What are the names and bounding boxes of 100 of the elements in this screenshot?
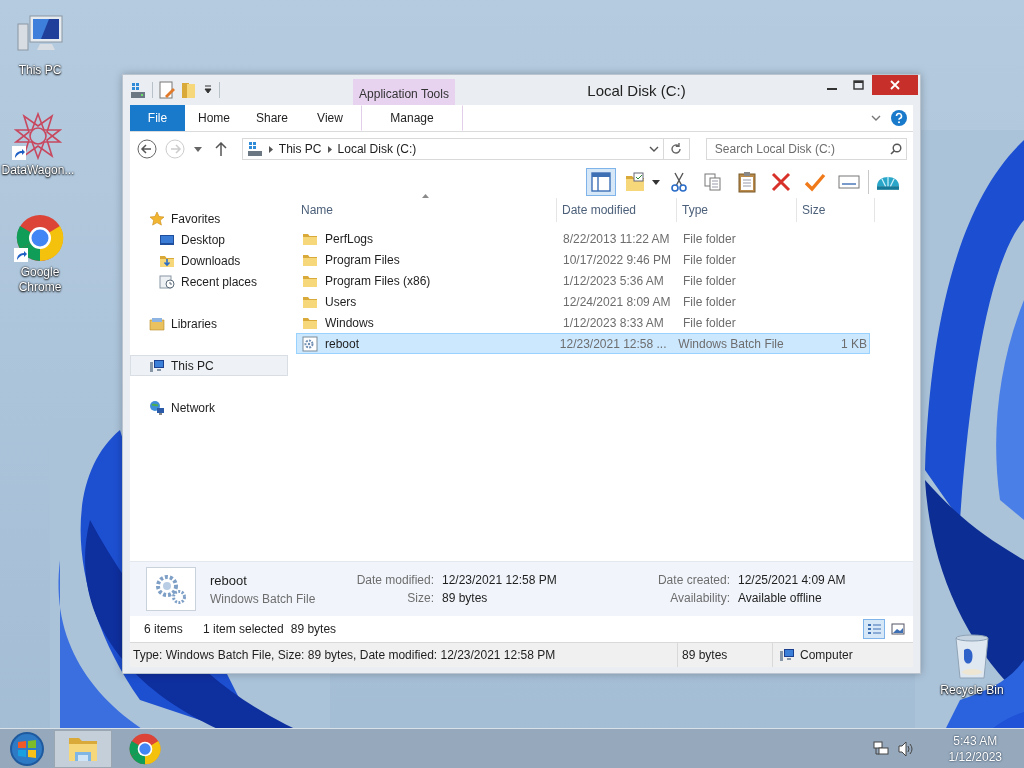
file-name: Windows bbox=[325, 315, 374, 330]
scissors-icon bbox=[668, 171, 690, 193]
close-icon bbox=[890, 80, 900, 90]
selection-count: 1 item selected bbox=[203, 622, 284, 636]
file-row[interactable]: Program Files (x86) 1/12/2023 5:36 AM File folder bbox=[296, 270, 870, 291]
nav-item[interactable]: Desktop bbox=[130, 229, 288, 250]
ribbon-tab[interactable]: Home bbox=[185, 105, 243, 131]
nav-item[interactable]: Network bbox=[130, 397, 288, 418]
help-icon bbox=[891, 110, 907, 126]
chrome-logo-icon bbox=[129, 732, 161, 765]
detail-value: 12/23/2021 12:58 PM bbox=[442, 573, 558, 587]
file-row[interactable]: PerfLogs 8/22/2013 11:22 AM File folder bbox=[296, 228, 870, 249]
chevron-icon bbox=[268, 145, 273, 153]
date-cell-text: 12/23/2021 12:58 ... bbox=[558, 336, 668, 351]
ribbon-tab[interactable]: File bbox=[130, 105, 185, 131]
status-description: Type: Windows Batch File, Size: 89 bytes, Date modified: 12/23/2021 12:58 PM bbox=[132, 648, 557, 662]
customize-caret-icon bbox=[203, 85, 213, 95]
new-folder-icon bbox=[181, 81, 197, 99]
type-cell-text: File folder bbox=[682, 231, 737, 246]
large-icons-view-icon bbox=[891, 623, 905, 635]
library-icon bbox=[149, 315, 165, 332]
file-row[interactable]: Windows 1/12/2023 8:33 AM File folder bbox=[296, 312, 870, 333]
properties-icon bbox=[159, 81, 175, 99]
file-name: reboot bbox=[210, 572, 248, 588]
ribbon-tab[interactable]: View bbox=[301, 105, 359, 131]
refresh-button[interactable] bbox=[663, 138, 690, 160]
preview-pane-icon bbox=[590, 171, 612, 193]
date-cell-text: 12/24/2021 8:09 AM bbox=[562, 294, 672, 309]
drive-icon bbox=[246, 141, 263, 157]
chrome-logo-icon bbox=[16, 214, 64, 262]
up-arrow-icon bbox=[214, 142, 227, 156]
expand-ribbon-icon bbox=[871, 114, 881, 122]
toolbar-button[interactable] bbox=[586, 168, 616, 196]
nav-item[interactable]: Recent places bbox=[130, 271, 288, 292]
recent-places-icon bbox=[159, 273, 175, 290]
close-button[interactable] bbox=[872, 75, 918, 95]
size-cell-text: 1 KB bbox=[840, 336, 868, 351]
search-input[interactable]: Search Local Disk (C:) bbox=[714, 140, 890, 158]
shell-icon bbox=[877, 174, 899, 190]
context-tab-group: Application Tools bbox=[359, 87, 449, 101]
breadcrumb[interactable]: Local Disk (C:) bbox=[337, 142, 417, 156]
file-name: reboot bbox=[325, 336, 360, 351]
checkmark-icon bbox=[804, 171, 826, 193]
nav-item[interactable]: Libraries bbox=[130, 313, 288, 334]
minimize-icon bbox=[826, 88, 837, 90]
dropdown-chevron-icon bbox=[648, 145, 659, 153]
status-size: 89 bytes bbox=[682, 648, 728, 662]
detail-value: 12/25/2021 4:09 AM bbox=[738, 573, 847, 587]
network-icon bbox=[149, 399, 165, 416]
view-toggle[interactable] bbox=[863, 619, 885, 639]
column-header[interactable]: Type bbox=[677, 198, 797, 222]
file-name: Users bbox=[325, 294, 357, 309]
network-icon bbox=[872, 740, 889, 757]
search-icon bbox=[890, 143, 902, 155]
search-field[interactable]: Search Local Disk (C:) bbox=[705, 138, 907, 160]
computer-icon bbox=[779, 647, 795, 663]
detail-value: 89 bytes bbox=[442, 591, 489, 605]
clipboard-icon bbox=[736, 171, 758, 193]
details-view-icon bbox=[867, 623, 881, 635]
zone-label: Computer bbox=[800, 648, 853, 662]
copy-icon bbox=[702, 171, 724, 193]
address-bar[interactable]: This PC Local Disk (C:) bbox=[241, 138, 664, 160]
gears-icon bbox=[153, 573, 189, 605]
file-type: Windows Batch File bbox=[210, 591, 317, 606]
file-row[interactable]: Program Files 10/17/2022 9:46 PM File folder bbox=[296, 249, 870, 270]
column-header[interactable]: Size bbox=[797, 198, 875, 222]
detail-label: Date created: bbox=[656, 573, 730, 587]
ribbon-tab[interactable]: Share bbox=[243, 105, 301, 131]
detail-label: Date modified: bbox=[355, 573, 434, 587]
column-header[interactable]: Date modified bbox=[557, 198, 677, 222]
type-cell-text: File folder bbox=[682, 252, 737, 267]
maximize-icon bbox=[853, 80, 864, 90]
refresh-icon bbox=[670, 143, 683, 155]
selection-size: 89 bytes bbox=[290, 622, 337, 636]
icon-label[interactable]: Recycle Bin bbox=[940, 683, 1004, 698]
caret-icon bbox=[193, 146, 202, 152]
sort-arrow-icon bbox=[422, 194, 429, 198]
breadcrumb[interactable]: This PC bbox=[278, 142, 322, 156]
file-row[interactable]: reboot 12/23/2021 12:58 ... Windows Batch File 1 KB bbox=[296, 333, 870, 354]
file-row[interactable]: Users 12/24/2021 8:09 AM File folder bbox=[296, 291, 870, 312]
nav-item[interactable]: This PC bbox=[130, 355, 288, 376]
date-cell-text: 1/12/2023 8:33 AM bbox=[562, 315, 665, 330]
nav-item[interactable]: Favorites bbox=[130, 208, 288, 229]
drive-icon bbox=[130, 81, 146, 99]
date-cell-text: 10/17/2022 9:46 PM bbox=[562, 252, 673, 267]
detail-value: Available offline bbox=[738, 591, 823, 605]
nav-item[interactable]: Downloads bbox=[130, 250, 288, 271]
date-cell-text: 8/22/2013 11:22 AM bbox=[562, 231, 671, 246]
type-cell-text: File folder bbox=[682, 315, 737, 330]
detail-label: Size: bbox=[406, 591, 434, 605]
gear-file-icon bbox=[302, 335, 318, 352]
dropdown-caret-icon bbox=[652, 179, 660, 185]
date-cell-text: 1/12/2023 5:36 AM bbox=[562, 273, 665, 288]
trash-bin-icon bbox=[952, 632, 992, 680]
ribbon-tab[interactable]: Manage bbox=[361, 105, 463, 131]
window-title: Local Disk (C:) bbox=[587, 81, 686, 99]
item-count: 6 items bbox=[144, 622, 184, 636]
back-button[interactable] bbox=[136, 138, 158, 160]
file-name: Program Files bbox=[325, 252, 400, 267]
type-cell-text: File folder bbox=[682, 273, 737, 288]
